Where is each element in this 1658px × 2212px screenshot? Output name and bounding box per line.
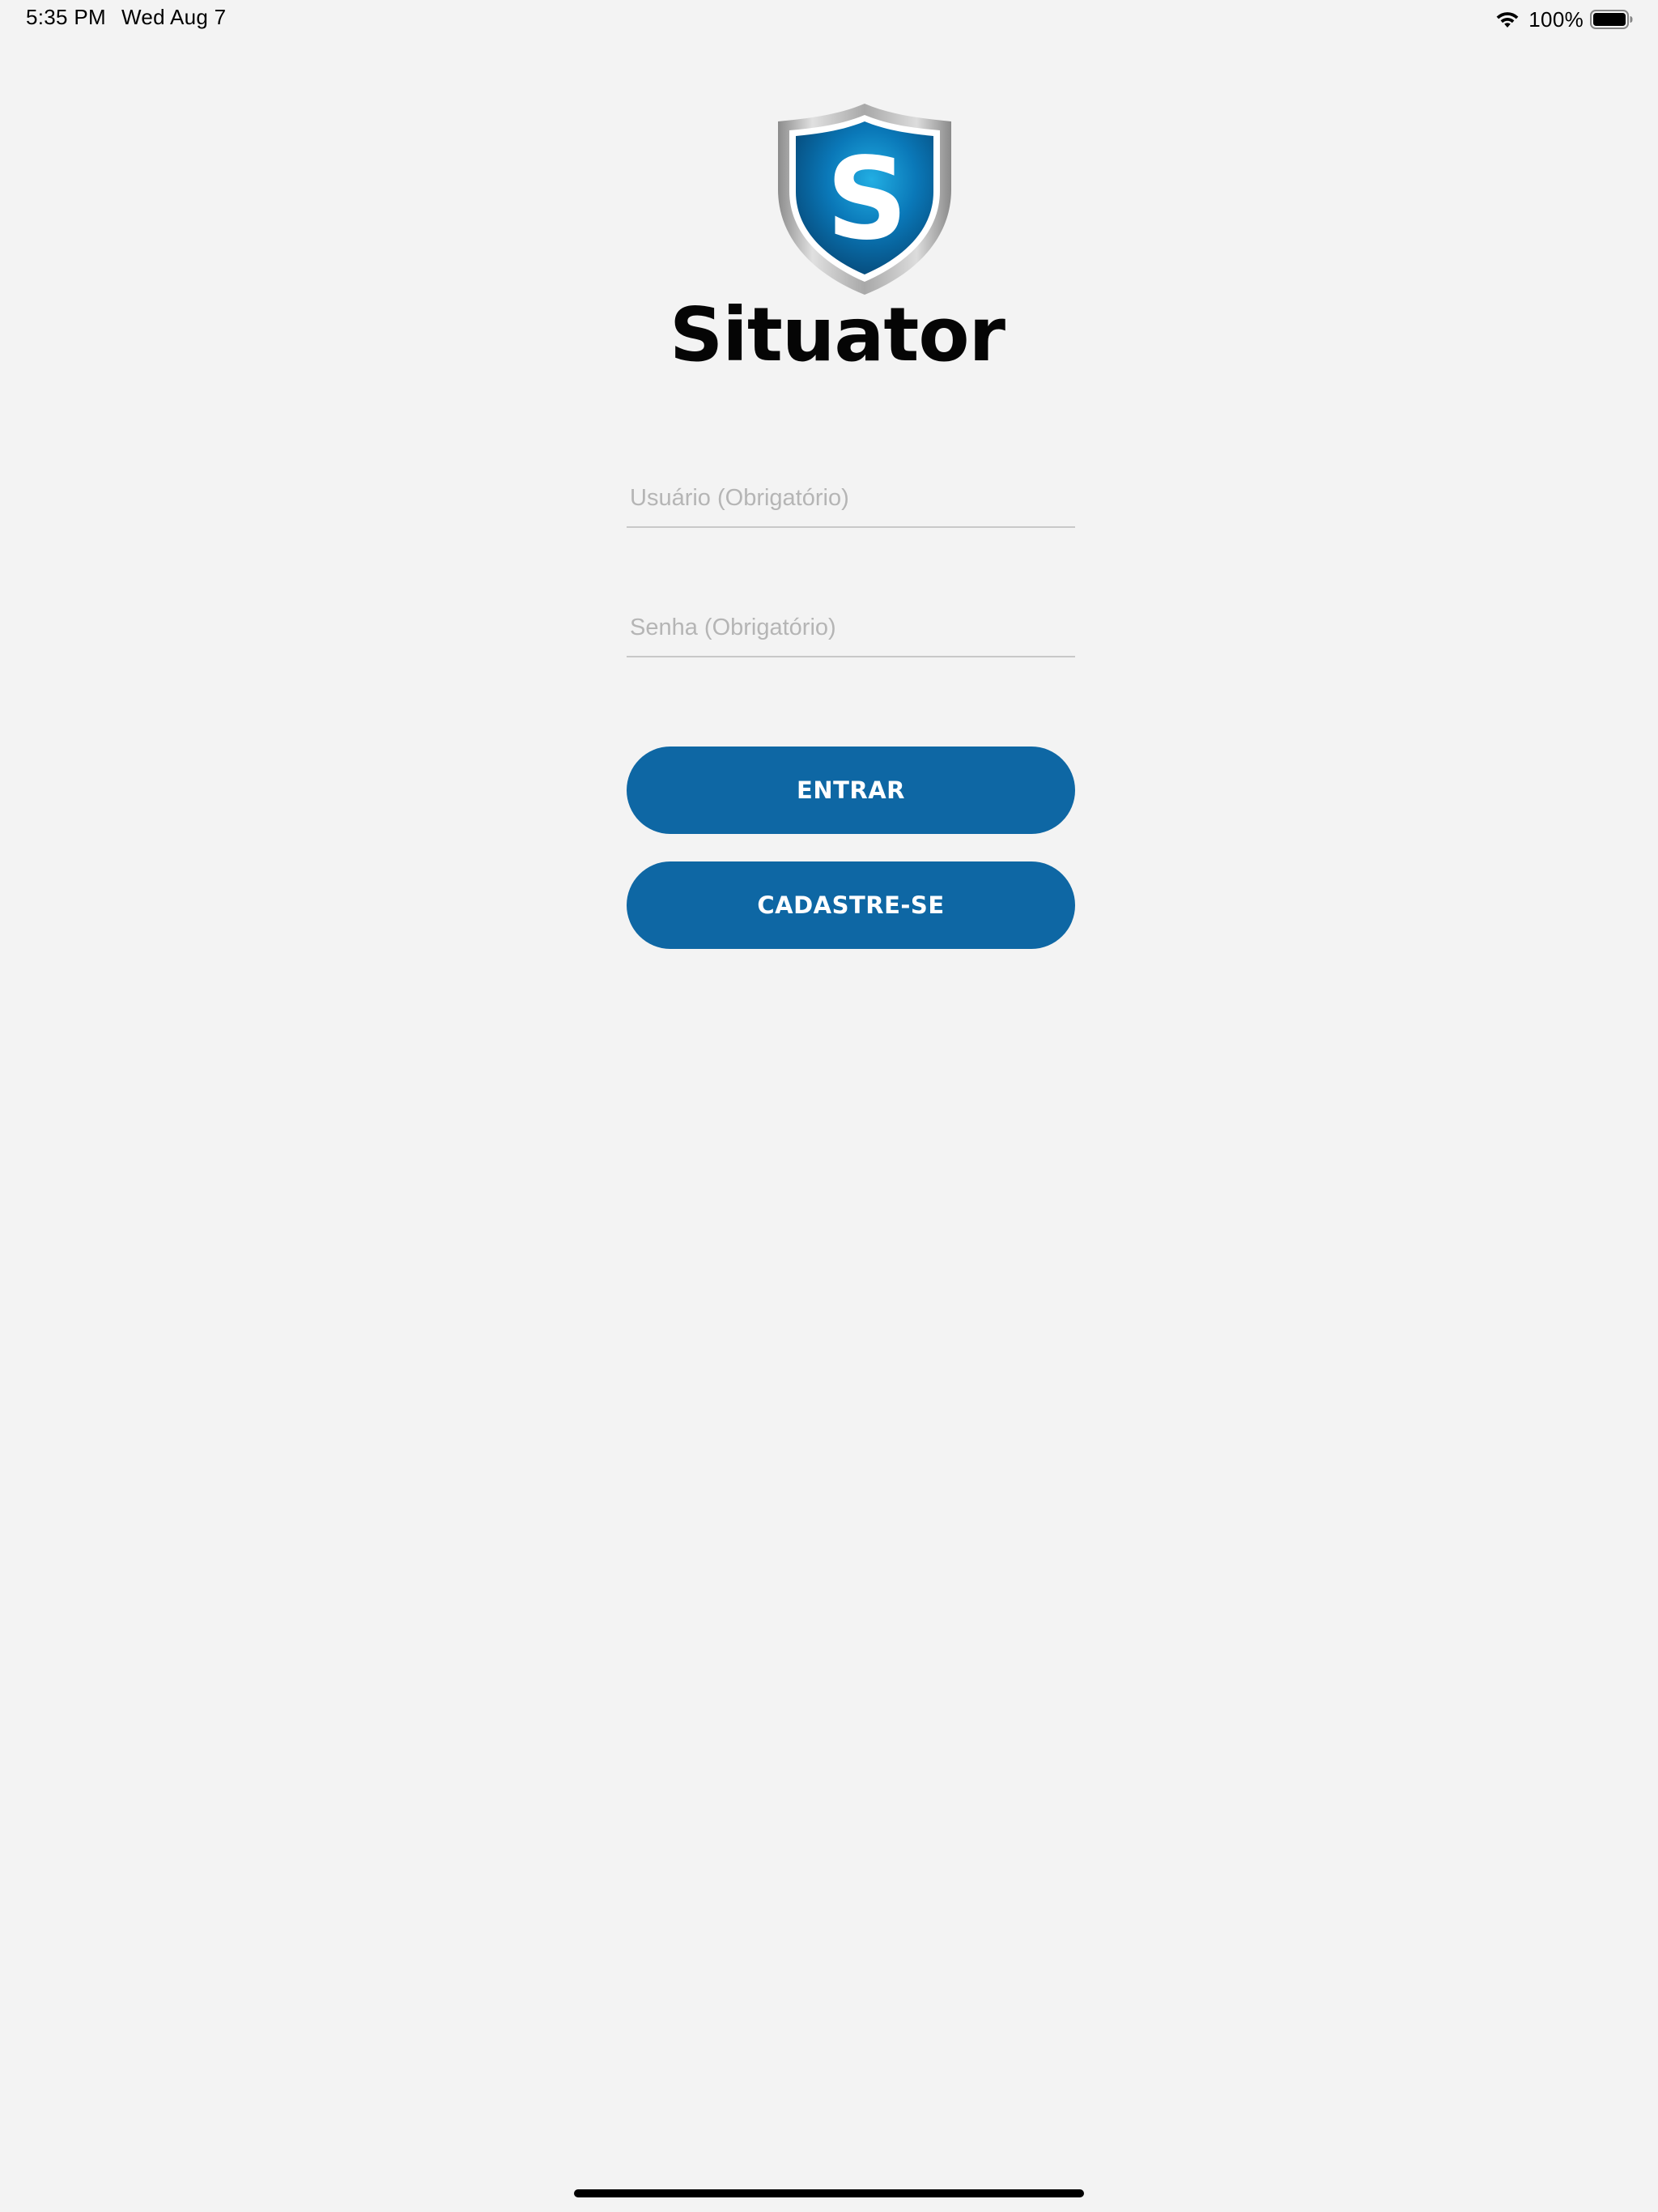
username-field [627, 470, 1075, 528]
register-button[interactable]: CADASTRE-SE [627, 861, 1075, 949]
wifi-icon [1496, 12, 1519, 28]
status-time: 5:35 PM [26, 5, 106, 29]
logo-letter: S [827, 134, 908, 266]
home-indicator[interactable] [574, 2189, 1084, 2197]
enter-button[interactable]: ENTRAR [627, 747, 1075, 834]
status-date: Wed Aug 7 [121, 5, 227, 29]
battery-icon [1590, 10, 1633, 29]
shield-logo-icon: S [778, 104, 951, 295]
username-input[interactable] [630, 485, 1067, 512]
brand-name: Situator [670, 291, 1005, 378]
status-bar: 5:35 PM Wed Aug 7 100% [0, 0, 1658, 40]
status-indicators: 100% [1494, 6, 1634, 32]
password-input[interactable] [630, 615, 1067, 641]
password-field [627, 599, 1075, 657]
battery-percent: 100% [1528, 6, 1584, 32]
